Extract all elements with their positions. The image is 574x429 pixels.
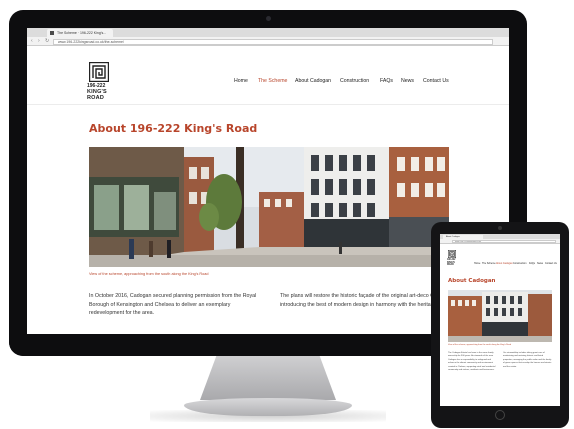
tablet-nav-news[interactable]: News bbox=[537, 262, 543, 265]
address-bar[interactable]: www.196-222kingsroad.co.uk/the-scheme/ bbox=[53, 39, 493, 45]
back-arrow-icon[interactable]: ‹ bbox=[31, 39, 33, 44]
imac-camera bbox=[266, 16, 271, 21]
reload-icon[interactable]: ↻ bbox=[45, 39, 49, 44]
imac-stand-foot bbox=[184, 398, 352, 416]
site-logo-icon[interactable] bbox=[89, 62, 109, 82]
forward-arrow-icon[interactable]: › bbox=[38, 39, 40, 44]
tablet-hero-image bbox=[448, 290, 552, 342]
ipad-home-button[interactable] bbox=[495, 410, 505, 420]
tablet-nav-contact-us[interactable]: Contact Us bbox=[545, 262, 557, 265]
tablet-logo-text3: ROAD bbox=[447, 264, 454, 267]
logo-text-line3: ROAD bbox=[87, 95, 104, 101]
intro-paragraph-left: In October 2016, Cadogan secured plannin… bbox=[89, 293, 257, 316]
hero-caption: View of the scheme, approaching from the… bbox=[89, 272, 209, 276]
nav-the-scheme[interactable]: The Scheme bbox=[258, 78, 287, 84]
nav-construction[interactable]: Construction bbox=[340, 78, 369, 84]
nav-contact-us[interactable]: Contact Us bbox=[423, 78, 449, 84]
tablet-nav-construction[interactable]: Construction bbox=[513, 262, 526, 265]
ipad-screen: About Cadogan www.196-222kingsroad.co.uk… bbox=[440, 234, 560, 406]
nav-home[interactable]: Home bbox=[234, 78, 248, 84]
tablet-hero-caption: View of the scheme, approaching from the… bbox=[448, 344, 511, 346]
tablet-logo-icon[interactable] bbox=[448, 250, 456, 258]
tablet-paragraph-right: Our stewardship includes taking great ca… bbox=[503, 352, 552, 368]
tablet-nav-faqs[interactable]: FAQs bbox=[529, 262, 535, 265]
nav-faqs[interactable]: FAQs bbox=[380, 78, 393, 84]
tablet-page-title: About Cadogan bbox=[448, 278, 496, 284]
browser-tab[interactable]: The Scheme · 196-222 King's... bbox=[47, 29, 113, 37]
favicon-icon bbox=[50, 31, 54, 35]
tablet-paragraph-left: The Cadogan Estate has been in the same … bbox=[448, 352, 496, 372]
nav-news[interactable]: News bbox=[401, 78, 414, 84]
page-title: About 196-222 King's Road bbox=[89, 122, 258, 135]
hero-street-image bbox=[89, 147, 449, 267]
tablet-nav-about-cadogan[interactable]: About Cadogan bbox=[496, 262, 513, 265]
ipad-camera bbox=[498, 226, 502, 230]
header-divider bbox=[27, 104, 509, 105]
nav-about-cadogan[interactable]: About Cadogan bbox=[295, 78, 331, 84]
tablet-nav-home[interactable]: Home bbox=[474, 262, 480, 265]
tablet-nav-the-scheme[interactable]: The Scheme bbox=[482, 262, 496, 265]
tablet-address-bar[interactable]: www.196-222kingsroad.co.uk bbox=[452, 240, 556, 243]
imac-stand-neck bbox=[200, 356, 336, 400]
